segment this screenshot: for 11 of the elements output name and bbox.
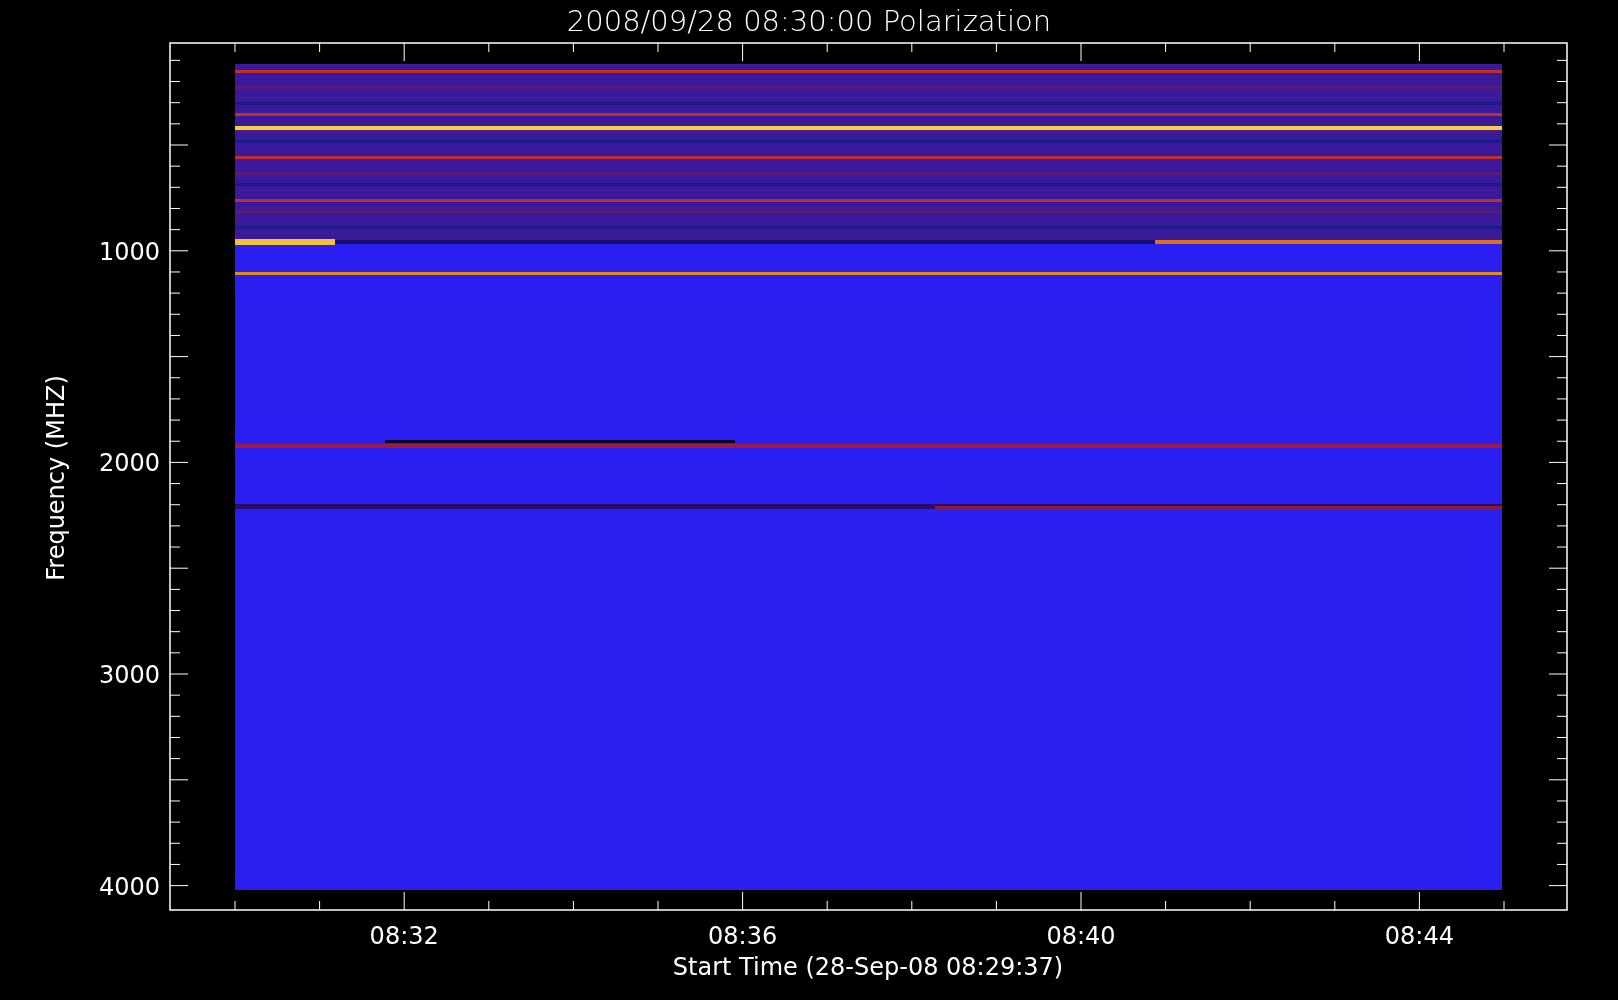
y-axis-label: Frequency (MHZ)	[42, 375, 70, 581]
y-tick-label: 2000	[98, 449, 160, 478]
x-axis-label: Start Time (28-Sep-08 08:29:37)	[672, 953, 1064, 981]
x-tick-label: 08:44	[1384, 922, 1454, 950]
y-tick-label: 3000	[98, 661, 160, 689]
y-tick-label: 1000	[98, 237, 160, 266]
x-tick-label: 08:40	[1046, 922, 1116, 950]
x-tick-label: 08:32	[369, 922, 439, 950]
plot-title: 2008/09/28 08:30:00 Polarization	[566, 4, 1052, 38]
x-tick-label: 08:36	[708, 922, 778, 950]
y-tick-label: 4000	[98, 872, 160, 901]
